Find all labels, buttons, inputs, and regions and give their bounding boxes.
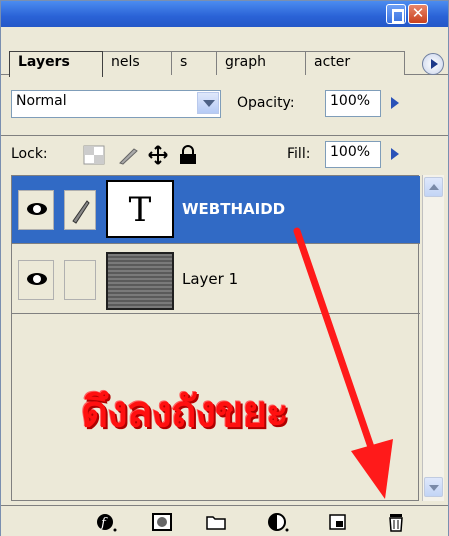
tab-character[interactable]: acter [305,51,405,75]
opacity-label: Opacity: [237,95,295,111]
opacity-input[interactable]: 100% [325,90,381,117]
scroll-up-icon[interactable] [424,177,443,197]
layers-toolbar: f [1,505,448,536]
layer-style-icon[interactable]: f [95,512,117,532]
layer-row-webthaidd[interactable]: T WEBTHAIDD [12,176,420,244]
layer-mask-icon[interactable] [151,512,173,532]
lock-label: Lock: [11,146,48,162]
layers-scrollbar[interactable] [422,175,444,501]
close-icon: ✕ [411,4,425,22]
tab-channels[interactable]: nels [102,51,172,75]
layer-thumbnail: T [106,180,174,238]
trash-icon[interactable] [385,512,407,532]
adjustment-layer-icon[interactable] [267,512,289,532]
brush-icon[interactable] [64,190,96,230]
blend-options-row: Normal Opacity: 100% [1,76,448,136]
tab-paragraph[interactable]: graph [216,51,306,75]
palette-menu-button[interactable] [422,53,444,75]
close-button[interactable]: ✕ [408,4,428,24]
new-group-icon[interactable] [205,512,227,532]
lock-all-icon[interactable] [177,145,199,165]
minimize-button[interactable] [386,4,406,24]
fill-input[interactable]: 100% [325,141,381,168]
eye-icon[interactable] [18,190,54,230]
layer-name[interactable]: WEBTHAIDD [182,200,285,218]
chevron-down-icon[interactable] [197,92,219,114]
layer-link-slot[interactable] [64,260,96,300]
opacity-slider-arrow-icon[interactable] [385,91,405,115]
fill-label: Fill: [287,146,311,162]
lock-transparency-icon[interactable] [83,145,105,165]
layers-palette: ✕ Layers nels s graph acter Normal Opaci… [0,0,449,536]
blend-mode-value: Normal [16,93,67,109]
lock-image-pixels-icon[interactable] [117,145,139,165]
tab-paths[interactable]: s [171,51,217,75]
blend-mode-select[interactable]: Normal [11,90,221,118]
fill-slider-arrow-icon[interactable] [385,142,405,166]
layer-thumbnail [106,252,174,310]
lock-row: Lock: 100% Fill: [1,137,448,173]
annotation-text: ดึงลงถังขยะ [81,387,289,436]
layers-list: T WEBTHAIDD Layer 1 [11,175,420,501]
layer-name[interactable]: Layer 1 [182,270,238,288]
scroll-down-icon[interactable] [424,477,443,497]
new-layer-icon[interactable] [327,512,349,532]
palette-title-bar[interactable]: ✕ [1,1,448,27]
eye-icon[interactable] [18,260,54,300]
lock-position-icon[interactable] [147,145,169,165]
layer-row-layer-1[interactable]: Layer 1 [12,246,420,314]
palette-tabs: Layers nels s graph acter [1,27,448,77]
tab-layers[interactable]: Layers [9,51,103,77]
